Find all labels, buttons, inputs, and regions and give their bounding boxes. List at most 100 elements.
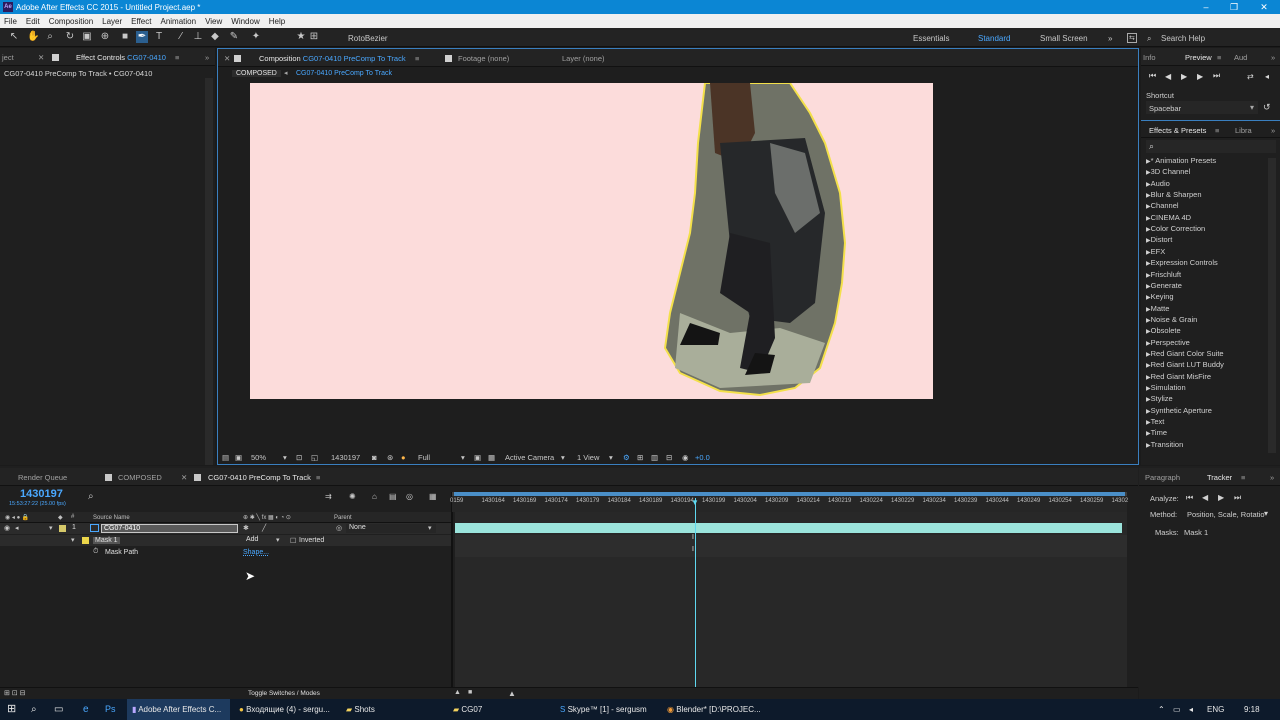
reset-shortcut-icon[interactable]: ↺	[1263, 102, 1271, 113]
hand-tool-icon[interactable]: ✋	[27, 31, 39, 43]
task-view-icon[interactable]: ▭	[54, 699, 63, 720]
effects-category-item[interactable]: ▶Color Correction	[1146, 224, 1205, 233]
rotation-tool-icon[interactable]: ↻	[64, 31, 76, 43]
effects-category-item[interactable]: ▶Keying	[1146, 292, 1174, 301]
mask-path-value[interactable]: Shape...	[243, 549, 269, 556]
clock[interactable]: 9:18	[1244, 699, 1260, 720]
next-frame-icon[interactable]: ▶	[1197, 72, 1203, 81]
safe-areas-icon[interactable]: ⊡	[296, 453, 302, 462]
loop-icon[interactable]: ⇄	[1247, 72, 1254, 81]
network-icon[interactable]: ▭	[1173, 699, 1181, 720]
effects-category-item[interactable]: ▶* Animation Presets	[1146, 156, 1216, 165]
effects-category-item[interactable]: ▶Stylize	[1146, 394, 1173, 403]
zoom-slider-thumb[interactable]: ■	[468, 689, 472, 696]
snapping-icon[interactable]: ⊞	[308, 31, 320, 43]
parent-pickwhip-icon[interactable]: ◎	[336, 524, 342, 532]
menu-view[interactable]: View	[205, 17, 222, 26]
transparency-grid-icon[interactable]: ▦	[488, 453, 495, 462]
toggle-pixel-aspect-icon[interactable]: ⚙	[623, 453, 630, 462]
current-time-display[interactable]: 1430197	[331, 453, 360, 462]
parent-select[interactable]: None	[346, 524, 436, 533]
tab-tracker[interactable]: Tracker	[1207, 473, 1232, 482]
effects-search-input[interactable]: ⌕	[1146, 140, 1276, 153]
snapshot-icon[interactable]: ◙	[372, 453, 377, 462]
analyze-forward-icon[interactable]: ▶	[1218, 493, 1224, 502]
taskbar-item-after-effects[interactable]: ▮ Adobe After Effects C...	[127, 699, 230, 720]
tab-audio[interactable]: Aud	[1234, 53, 1247, 62]
zoom-dropdown-icon[interactable]: ▾	[283, 453, 287, 462]
tab-info[interactable]: Info	[1143, 53, 1156, 62]
taskbar-item-skype[interactable]: S Skype™ [1] - sergusm	[555, 699, 658, 720]
zoom-in-icon[interactable]: ▲	[508, 689, 516, 698]
effects-category-item[interactable]: ▶Perspective	[1146, 338, 1190, 347]
tab-project[interactable]: ject	[2, 53, 14, 62]
composition-canvas[interactable]	[250, 82, 933, 399]
effects-category-item[interactable]: ▶Time	[1146, 428, 1167, 437]
frame-blending-icon[interactable]: ▤	[389, 492, 397, 501]
tab-render-queue[interactable]: Render Queue	[18, 473, 67, 482]
edge-browser-icon[interactable]: e	[83, 699, 89, 720]
effects-category-item[interactable]: ▶Matte	[1146, 304, 1169, 313]
menu-composition[interactable]: Composition	[49, 17, 93, 26]
language-indicator[interactable]: ENG	[1207, 699, 1224, 720]
photoshop-icon[interactable]: Ps	[105, 699, 116, 720]
first-frame-icon[interactable]: ⏮	[1149, 71, 1156, 81]
crumb-precomp[interactable]: CG07-0410 PreComp To Track	[296, 70, 392, 77]
panel-overflow-icon[interactable]: »	[205, 53, 209, 62]
parent-dropdown-icon[interactable]: ▾	[428, 524, 432, 532]
effects-category-item[interactable]: ▶Channel	[1146, 201, 1179, 210]
video-visibility-icon[interactable]: ◉	[4, 524, 10, 532]
layer-search-icon[interactable]: ⌕	[88, 491, 94, 502]
camera-view-select[interactable]: Active Camera	[505, 453, 554, 462]
collapse-transform-icon[interactable]: ✱	[243, 524, 249, 532]
tab-layer[interactable]: Layer (none)	[562, 54, 605, 63]
resolution-dropdown-icon[interactable]: ▾	[461, 453, 465, 462]
taskbar-item-chrome[interactable]: ● Входящие (4) - sergu...	[234, 699, 337, 720]
layer-name-field[interactable]: CG07-0410	[101, 524, 238, 533]
effects-category-item[interactable]: ▶Distort	[1146, 235, 1172, 244]
search-taskbar-icon[interactable]: ⌕	[31, 699, 37, 720]
snapshot-display-icon[interactable]: ▣	[235, 453, 242, 462]
quality-switch-icon[interactable]: ╱	[262, 524, 266, 532]
effects-category-item[interactable]: ▶3D Channel	[1146, 167, 1190, 176]
puppet-pin-tool-icon[interactable]: ✦	[250, 31, 262, 43]
effects-category-item[interactable]: ▶Red Giant LUT Buddy	[1146, 360, 1224, 369]
comp-mini-flowchart-icon[interactable]: ⇉	[325, 492, 332, 501]
draft-3d-icon[interactable]: ✺	[349, 492, 356, 501]
effects-category-item[interactable]: ▶Expression Controls	[1146, 258, 1218, 267]
mask-color-swatch[interactable]	[82, 537, 89, 544]
camera-tool-icon[interactable]: ▣	[81, 31, 93, 43]
layer-duration-bar[interactable]	[455, 523, 1122, 533]
selection-tool-icon[interactable]: ↖	[8, 31, 20, 43]
tracker-overflow-icon[interactable]: »	[1270, 473, 1274, 482]
timeline-tab-close-icon[interactable]: ✕	[181, 473, 187, 482]
tracker-menu-icon[interactable]: ≡	[1241, 473, 1245, 482]
tab-close-icon[interactable]: ✕	[38, 53, 44, 62]
mask-keyframe-icon[interactable]: I	[692, 534, 694, 541]
mask-row[interactable]: ▾ Mask 1 Add ▾ ☐ Inverted	[0, 535, 451, 546]
footer-toggle-icons[interactable]: ⊞ ⊡ ⊟	[4, 689, 26, 697]
show-channel-icon[interactable]: ⊛	[387, 453, 393, 462]
playhead-icon[interactable]: ▼	[691, 498, 699, 507]
analyze-next-icon[interactable]: ⏭	[1234, 493, 1241, 503]
effects-category-item[interactable]: ▶Generate	[1146, 281, 1182, 290]
graph-editor-icon[interactable]: ▦	[429, 492, 437, 501]
view-dropdown-icon[interactable]: ▾	[609, 453, 613, 462]
tab-composition[interactable]: Composition CG07-0410 PreComp To Track	[259, 54, 406, 63]
mask-mode-select[interactable]: Add	[243, 536, 288, 545]
workspace-essentials[interactable]: Essentials	[913, 34, 949, 43]
viewer-tab-close-icon[interactable]: ✕	[224, 54, 230, 63]
flowchart-icon[interactable]: ⊟	[666, 453, 672, 462]
taskbar-item-blender[interactable]: ◉ Blender* [D:\PROJEC...	[662, 699, 765, 720]
exposure-value[interactable]: +0.0	[695, 453, 710, 462]
workspace-small-screen[interactable]: Small Screen	[1040, 34, 1088, 43]
brush-tool-icon[interactable]: ⁄	[175, 31, 187, 43]
mute-audio-icon[interactable]: ◂	[1265, 72, 1269, 81]
effects-overflow-icon[interactable]: »	[1271, 126, 1275, 135]
effects-category-item[interactable]: ▶Transition	[1146, 440, 1183, 449]
masks-value[interactable]: Mask 1	[1184, 528, 1208, 537]
mask-name[interactable]: Mask 1	[93, 537, 120, 544]
mask-inverted-checkbox[interactable]: ☐	[290, 537, 296, 545]
reset-exposure-icon[interactable]: ◉	[682, 453, 689, 462]
effects-category-item[interactable]: ▶Red Giant MisFire	[1146, 372, 1211, 381]
